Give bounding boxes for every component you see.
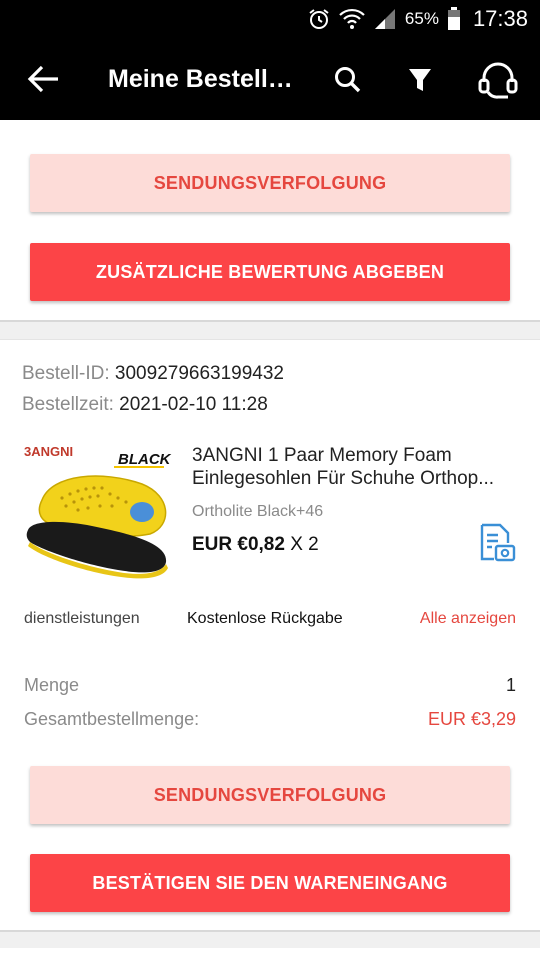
order-id-row: Bestell-ID: 3009279663199432 [22,363,284,385]
battery-percent: 65% [404,9,439,28]
product-price-row: EUR €0,82 X 2 [192,534,319,556]
signal-icon [374,9,395,29]
product-image-brand: 3ANGNI [24,444,73,459]
headset-icon[interactable] [476,60,520,100]
show-all-link[interactable]: Alle anzeigen [420,610,516,628]
services-label: dienstleistungen [24,610,140,627]
services-value: Kostenlose Rückgabe [187,610,343,627]
quantity-value: 1 [505,675,516,695]
product-title-line2: Einlegesohlen Für Schuhe Orthop... [192,468,495,489]
product-quantity: X 2 [290,534,319,555]
order-card-previous: SENDUNGSVERFOLGUNG ZUSÄTZLICHE BEWERTUNG… [0,120,540,322]
order-id-label: Bestell-ID: [22,363,110,384]
review-button[interactable]: ZUSÄTZLICHE BEWERTUNG ABGEBEN [30,243,510,301]
order-card-next [0,948,540,960]
alarm-icon [309,9,329,29]
order-card: Bestell-ID: 3009279663199432 Bestellzeit… [0,339,540,932]
product-title[interactable]: 3ANGNI 1 Paar Memory Foam Einlegesohlen … [192,444,522,490]
order-time-label: Bestellzeit: [22,394,114,415]
page-title: Meine Bestell… [108,65,293,93]
total-label: Gesamtbestellmenge: [24,709,200,729]
product-price: EUR €0,82 [192,534,285,555]
order-time-row: Bestellzeit: 2021-02-10 11:28 [22,394,268,416]
back-arrow-icon[interactable] [22,62,62,96]
app-bar: Meine Bestell… [0,38,540,120]
product-variant: Ortholite Black+46 [192,503,324,520]
quantity-label: Menge [24,675,80,695]
tracking-button[interactable]: SENDUNGSVERFOLGUNG [30,766,510,824]
order-id-value: 3009279663199432 [114,363,284,384]
tracking-button-top[interactable]: SENDUNGSVERFOLGUNG [30,154,510,212]
order-time-value: 2021-02-10 11:28 [119,394,268,415]
document-camera-icon[interactable] [478,523,516,563]
confirm-receipt-button[interactable]: BESTÄTIGEN SIE DEN WARENEINGANG [30,854,510,912]
product-image-tag: BLACK [118,451,172,468]
status-bar: 65% 17:38 [0,0,540,38]
product-image[interactable]: 3ANGNI BLACK [22,440,172,590]
filter-icon[interactable] [400,60,440,100]
battery-icon [447,7,460,30]
product-title-line1: 3ANGNI 1 Paar Memory Foam [192,445,452,466]
total-value: EUR €3,29 [427,709,516,729]
clock: 17:38 [472,6,528,31]
search-icon[interactable] [328,60,368,100]
wifi-icon [339,8,365,29]
